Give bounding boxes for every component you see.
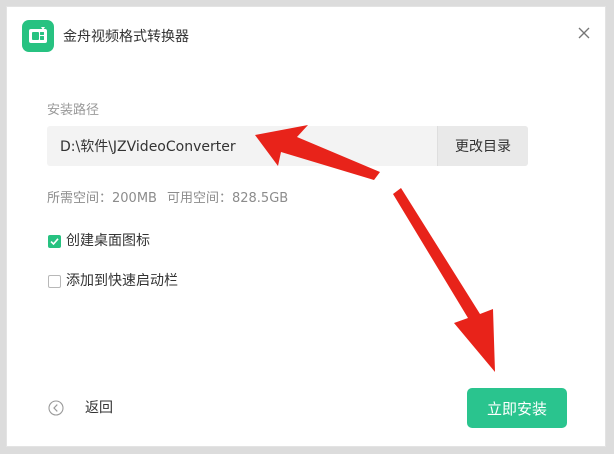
window-title: 金舟视频格式转换器 [63, 29, 189, 45]
checkbox-checked[interactable] [48, 234, 61, 248]
back-label: 返回 [85, 400, 113, 416]
install-now-button[interactable]: 立即安装 [467, 388, 567, 428]
checkmark-icon [50, 237, 59, 245]
install-path-input[interactable] [47, 126, 437, 166]
option-desktop-shortcut[interactable]: 创建桌面图标 [48, 231, 150, 251]
required-space-value: 200MB [112, 191, 157, 206]
app-logo-icon [22, 20, 54, 52]
option-label: 创建桌面图标 [66, 233, 150, 249]
close-icon [578, 27, 590, 39]
available-space-value: 828.5GB [231, 191, 289, 206]
available-space-label: 可用空间： [166, 191, 232, 206]
install-path-field: 更改目录 [47, 126, 528, 166]
install-path-label: 安装路径 [47, 103, 100, 118]
close-button[interactable] [572, 21, 596, 45]
required-space-label: 所需空间： [47, 191, 113, 206]
option-quick-launch[interactable]: 添加到快速启动栏 [48, 271, 178, 291]
checkbox-unchecked[interactable] [48, 274, 61, 288]
installer-dialog: 金舟视频格式转换器 安装路径 更改目录 所需空间：200MB 可用空间：828.5… [6, 6, 606, 447]
change-directory-button[interactable]: 更改目录 [437, 126, 528, 166]
back-button[interactable]: 返回 [47, 398, 113, 418]
option-label: 添加到快速启动栏 [66, 273, 178, 289]
disk-space-info: 所需空间：200MB 可用空间：828.5GB [47, 190, 288, 208]
arrow-left-circle-icon [47, 399, 65, 417]
